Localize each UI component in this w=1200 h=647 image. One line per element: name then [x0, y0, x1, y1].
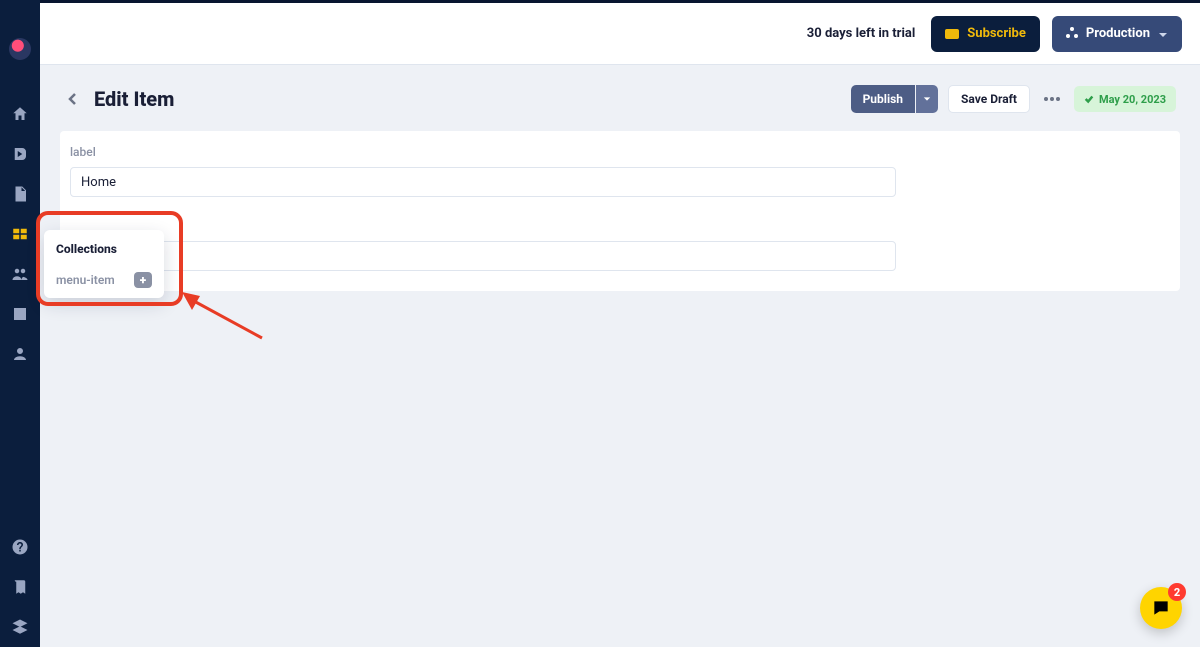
popover-title: Collections [56, 242, 152, 256]
back-button[interactable] [64, 90, 82, 108]
users-icon [11, 265, 29, 283]
card-icon [945, 29, 959, 39]
chevron-down-icon [1158, 29, 1168, 39]
collection-name: menu-item [56, 273, 115, 287]
sidebar-item-layers[interactable] [0, 607, 40, 647]
sidebar-item-home[interactable] [0, 94, 40, 134]
save-draft-button[interactable]: Save Draft [948, 85, 1030, 113]
subscribe-button[interactable]: Subscribe [931, 16, 1040, 52]
page-icon [11, 185, 29, 203]
saved-date-text: May 20, 2023 [1099, 93, 1166, 106]
caret-down-icon [923, 95, 931, 103]
blog-icon [11, 145, 29, 163]
chat-icon [1151, 598, 1171, 618]
environment-selector[interactable]: Production [1052, 16, 1182, 52]
sidebar-item-blog[interactable] [0, 134, 40, 174]
team-icon [11, 345, 29, 363]
secondary-input[interactable] [70, 241, 896, 271]
layers-icon [11, 618, 29, 636]
chevron-left-icon [67, 93, 79, 105]
image-icon [11, 305, 29, 323]
check-icon [1084, 94, 1094, 104]
home-icon [11, 105, 29, 123]
add-collection-button[interactable]: + [134, 272, 152, 288]
book-icon [11, 578, 29, 596]
trial-status: 30 days left in trial [807, 26, 915, 41]
publish-button[interactable]: Publish [851, 85, 915, 113]
sidebar-item-docs[interactable] [0, 567, 40, 607]
sidebar-item-collections[interactable] [0, 214, 40, 254]
chat-launcher[interactable]: 2 [1140, 587, 1182, 629]
topbar: 30 days left in trial Subscribe Producti… [40, 3, 1200, 65]
app-logo [9, 38, 31, 60]
chat-badge: 2 [1168, 583, 1186, 601]
label-field-label: label [70, 145, 1170, 159]
more-menu-button[interactable] [1040, 85, 1064, 113]
saved-date-badge: May 20, 2023 [1074, 86, 1176, 112]
sidebar-item-help[interactable] [0, 527, 40, 567]
production-label: Production [1086, 26, 1150, 41]
sidebar-item-users[interactable] [0, 254, 40, 294]
nodes-icon [1066, 29, 1078, 39]
ellipsis-icon [1044, 97, 1060, 101]
sidebar-item-media[interactable] [0, 294, 40, 334]
subscribe-label: Subscribe [967, 26, 1026, 41]
collections-icon [11, 225, 29, 243]
collections-popover: Collections menu-item + [44, 230, 164, 298]
page-header: Edit Item Publish Save Draft May 20, 202… [40, 65, 1200, 131]
label-input[interactable] [70, 167, 896, 197]
form-panel: label [60, 131, 1180, 291]
help-icon [11, 538, 29, 556]
page-title: Edit Item [94, 87, 174, 111]
sidebar-item-team[interactable] [0, 334, 40, 374]
publish-dropdown[interactable] [916, 85, 938, 113]
main-area: 30 days left in trial Subscribe Producti… [40, 3, 1200, 647]
sidebar [0, 0, 40, 647]
sidebar-item-pages[interactable] [0, 174, 40, 214]
collection-row[interactable]: menu-item + [56, 272, 152, 288]
